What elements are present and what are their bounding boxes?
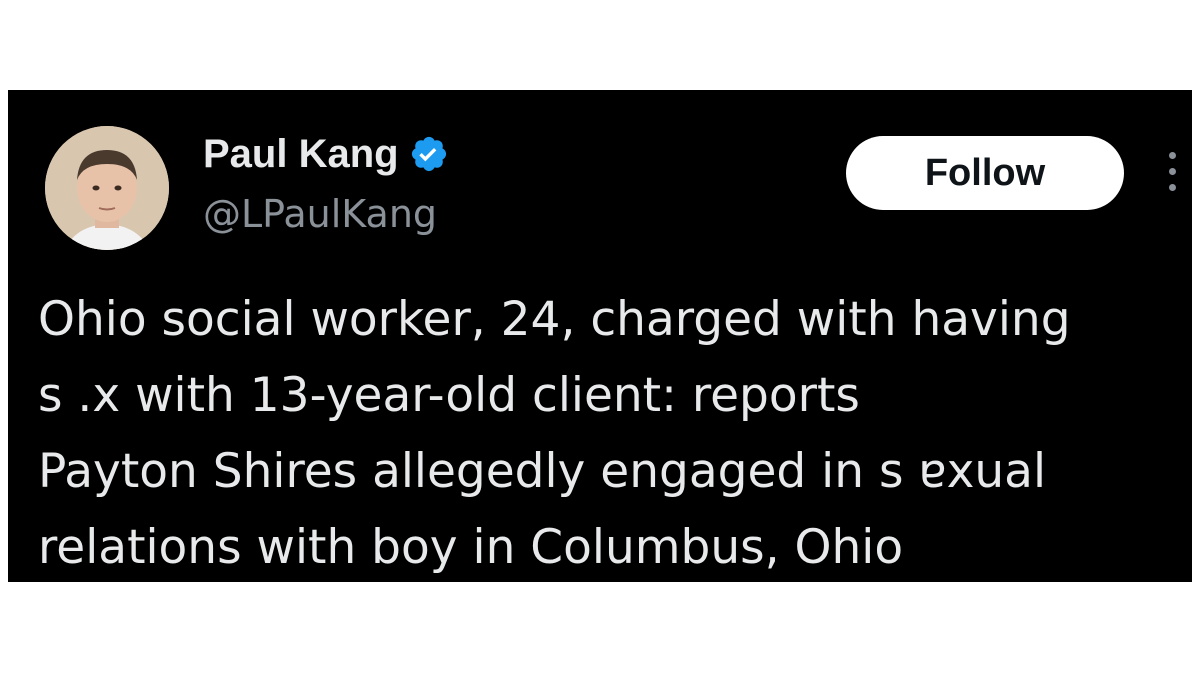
avatar[interactable] xyxy=(45,126,169,250)
tweet-text-line: relations with boy in Columbus, Ohio xyxy=(38,520,904,575)
dot xyxy=(1168,184,1176,191)
tweet-text-line: Ohio social worker, 24, charged with hav… xyxy=(38,292,1071,347)
tweet-card[interactable]: Paul Kang @LPaulKang Follow Ohio social … xyxy=(8,90,1192,582)
author-display-name[interactable]: Paul Kang xyxy=(203,128,399,180)
tweet-text-line: s .x with 13-year-old client: reports xyxy=(38,368,860,423)
dot xyxy=(1168,152,1176,159)
screenshot-canvas: Paul Kang @LPaulKang Follow Ohio social … xyxy=(0,0,1200,676)
follow-button[interactable]: Follow xyxy=(846,136,1124,210)
verified-badge-icon xyxy=(409,134,449,174)
tweet-text: Ohio social worker, 24, charged with hav… xyxy=(38,282,1188,586)
tweet-text-line: Payton Shires allegedly engaged in s ɐxu… xyxy=(38,444,1047,499)
dot xyxy=(1168,168,1176,175)
author-handle[interactable]: @LPaulKang xyxy=(203,190,437,238)
vertical-ellipsis-icon[interactable] xyxy=(1164,152,1180,198)
avatar-photo-icon xyxy=(45,126,169,250)
author-name-row: Paul Kang xyxy=(203,128,449,180)
